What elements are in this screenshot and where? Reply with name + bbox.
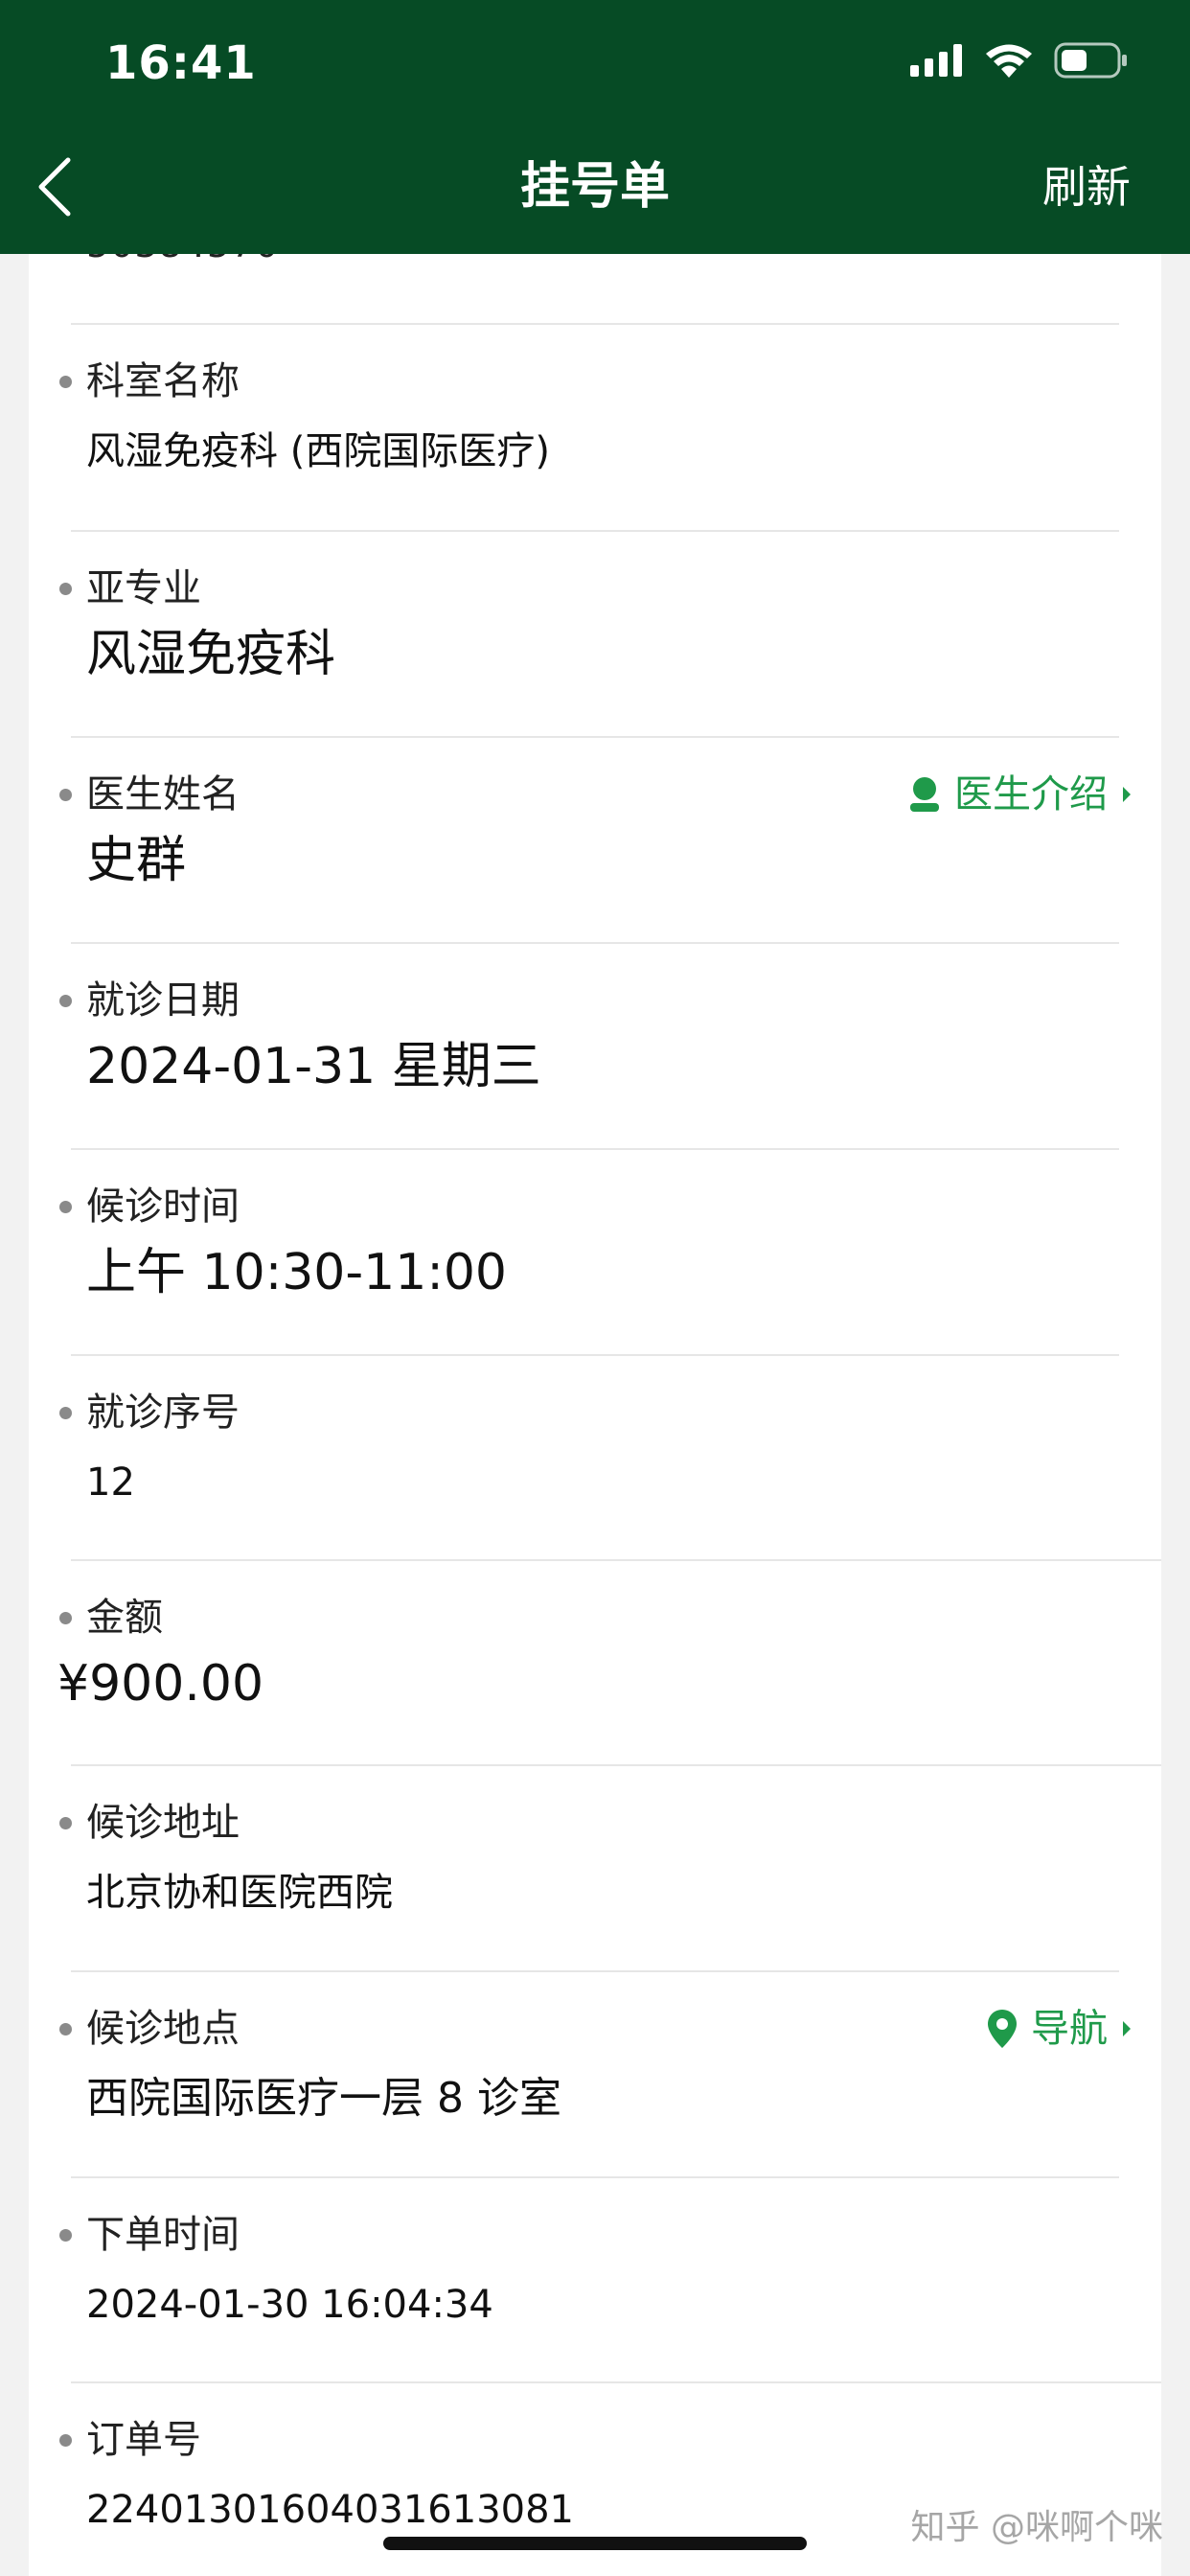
field-value: 224013016040316130​81 bbox=[86, 2488, 574, 2532]
field-value: 风湿免疫科 (西院国际医疗) bbox=[86, 429, 550, 473]
field-label: 下单时间 bbox=[59, 2213, 240, 2257]
navigation-link[interactable]: 导航 bbox=[987, 2003, 1133, 2055]
field-value: 上午 10:30-11:00 bbox=[86, 1244, 508, 1301]
field-label: 候诊地址 bbox=[59, 1801, 240, 1845]
page-title: 挂号单 bbox=[519, 158, 670, 216]
watermark: 知乎 @咪啊个咪 bbox=[910, 2508, 1163, 2547]
field-amount: 金额 ¥900.00 bbox=[29, 1561, 1161, 1766]
field-order-time: 下单时间 2024-01-30 16:04:34 bbox=[29, 2178, 1161, 2383]
field-label: 就诊日期 bbox=[59, 978, 240, 1023]
battery-icon bbox=[1054, 42, 1127, 79]
field-wait-time: 候诊时间 上午 10:30-11:00 bbox=[29, 1150, 1161, 1355]
field-subspecialty: 亚专业 风湿免疫科 bbox=[29, 532, 1161, 737]
field-label: 候诊时间 bbox=[59, 1184, 240, 1229]
field-label: 就诊序号 bbox=[59, 1391, 240, 1435]
field-value: 风湿免疫科 bbox=[86, 626, 336, 683]
field-label: 订单号 bbox=[59, 2418, 201, 2462]
registration-detail-card: 50384570 科室名称 风湿免疫科 (西院国际医疗) 亚专业 风湿免疫科 医… bbox=[29, 254, 1161, 2576]
field-value: 北京协和医院西院 bbox=[86, 1871, 393, 1915]
navigation-bar: 16:41 挂号单 刷新 bbox=[0, 0, 1190, 254]
field-value: ¥900.00 bbox=[57, 1655, 264, 1713]
refresh-button[interactable]: 刷新 bbox=[1042, 153, 1131, 220]
field-label: 科室名称 bbox=[59, 359, 240, 403]
field-label: 候诊地点 bbox=[59, 2007, 240, 2051]
field-value: 史群 bbox=[86, 832, 187, 889]
home-indicator bbox=[383, 2537, 807, 2550]
field-wait-address: 候诊地址 北京协和医院西院 bbox=[29, 1766, 1161, 1971]
caret-right-icon bbox=[1123, 787, 1131, 802]
signal-icon bbox=[910, 44, 962, 77]
field-value: 2024-01-31 星期三 bbox=[86, 1038, 541, 1095]
status-icons bbox=[910, 42, 1129, 79]
wifi-icon bbox=[986, 44, 1032, 78]
caret-right-icon bbox=[1123, 2021, 1131, 2036]
field-label: 亚专业 bbox=[59, 566, 201, 610]
field-value: 西院国际医疗一层 8 诊室 bbox=[86, 2074, 561, 2123]
field-doctor: 医生姓名 医生介绍 史群 bbox=[29, 738, 1161, 943]
field-label: 金额 bbox=[59, 1596, 163, 1640]
field-value: 2024-01-30 16:04:34 bbox=[86, 2283, 493, 2327]
field-department: 科室名称 风湿免疫科 (西院国际医疗) bbox=[29, 325, 1161, 530]
doctor-intro-label: 医生介绍 bbox=[954, 772, 1108, 816]
status-time: 16:41 bbox=[105, 36, 257, 90]
doctor-intro-link[interactable]: 医生介绍 bbox=[908, 769, 1133, 820]
navigation-label: 导航 bbox=[1031, 2007, 1108, 2051]
field-wait-location: 候诊地点 导航 西院国际医疗一层 8 诊室 bbox=[29, 1972, 1161, 2177]
field-queue-number: 就诊序号 12 bbox=[29, 1356, 1161, 1561]
field-label: 医生姓名 bbox=[59, 772, 240, 816]
field-visit-date: 就诊日期 2024-01-31 星期三 bbox=[29, 944, 1161, 1149]
location-pin-icon bbox=[988, 2010, 1017, 2048]
person-icon bbox=[910, 777, 939, 812]
field-value: 12 bbox=[86, 1460, 135, 1505]
clipped-field-value: 50384570 bbox=[86, 254, 279, 265]
